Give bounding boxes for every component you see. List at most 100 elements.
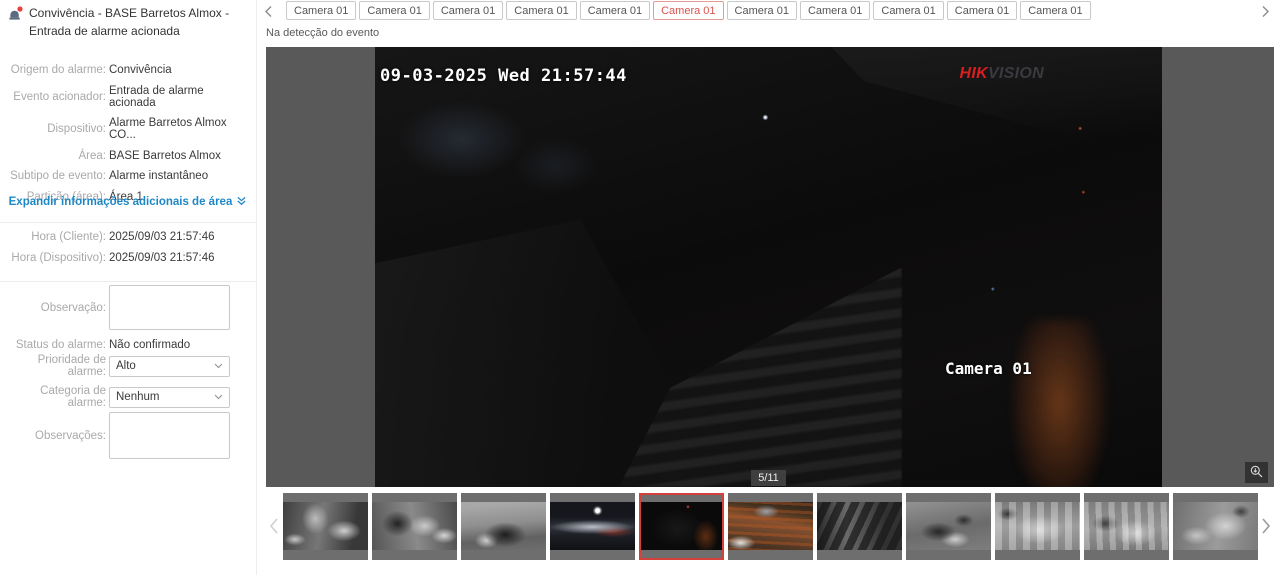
alarm-details-panel: Convivência - BASE Barretos Almox - Entr… (0, 0, 257, 575)
camera-tab[interactable]: Camera 01 (946, 1, 1018, 20)
thumbnail-image (641, 502, 722, 550)
camera-tab[interactable]: Camera 01 (506, 1, 577, 20)
chevron-right-icon (1261, 518, 1272, 538)
thumbnail-list (283, 493, 1258, 560)
camera-tab[interactable]: Camera 01 (579, 1, 651, 20)
divider (0, 281, 256, 282)
alarm-category-row: Categoria de alarme: Nenhum (0, 385, 252, 409)
camera-tab[interactable]: Camera 01 (799, 1, 871, 20)
field-value: Entrada de alarme acionada (109, 84, 204, 109)
category-select[interactable]: Nenhum (109, 386, 230, 408)
event-thumbnail[interactable] (906, 493, 991, 560)
tab-scroll-left-button[interactable] (262, 3, 275, 23)
field-label: Área: (78, 149, 107, 162)
alarm-info-fields: Origem do alarme: Convivência Evento aci… (0, 64, 252, 203)
alarm-field-row: Hora (Cliente): 2025/09/03 21:57:46 (0, 231, 252, 243)
event-thumbnail[interactable] (995, 493, 1080, 560)
digital-zoom-button[interactable] (1245, 462, 1268, 483)
observacao-textarea[interactable] (109, 285, 230, 330)
camera-tab-bar: Camera 01 Camera 01 Camera 01 Camera 01 Came… (286, 1, 1091, 20)
osd-timestamp: 09-03-2025 Wed 21:57:44 (380, 66, 627, 86)
osd-camera-name: Camera 01 (945, 359, 1032, 378)
event-thumbnail[interactable] (461, 493, 546, 560)
event-phase-label: Na detecção do evento (266, 27, 380, 39)
field-value: Alarme instantâneo (109, 170, 209, 182)
alarm-field-row: Subtipo de evento: Alarme instantâneo (0, 170, 252, 182)
field-value: 2025/09/03 21:57:46 (109, 252, 215, 264)
observation-row: Observação: (0, 285, 252, 330)
event-thumbnail[interactable] (1173, 493, 1258, 560)
observacoes-textarea[interactable] (109, 412, 230, 459)
hikvision-logo-hik: HIK (959, 65, 988, 82)
field-label: Evento acionador: (13, 90, 106, 103)
alarm-title: Convivência - BASE Barretos Almox - Entr… (29, 6, 230, 38)
frame-counter-badge: 5/11 (751, 470, 786, 486)
hikvision-logo-vision: VISION (987, 65, 1044, 82)
field-label: Observações: (35, 429, 106, 442)
field-value: Convivência (109, 64, 172, 76)
field-label: Categoria de alarme: (40, 385, 106, 409)
field-label: Dispositivo: (47, 123, 106, 135)
alarm-field-row: Evento acionador: Entrada de alarme acio… (0, 85, 252, 109)
camera-tab[interactable]: Camera 01 (873, 1, 944, 20)
thumbnail-image (995, 502, 1080, 550)
camera-tab[interactable]: Camera 01 (1020, 1, 1091, 20)
category-select-value: Nenhum (116, 391, 160, 403)
double-chevron-down-icon (232, 196, 247, 208)
thumbnail-image (550, 502, 635, 550)
expand-link-label: Expandir informações adicionais de área (8, 196, 233, 208)
camera-tab[interactable]: Camera 01 (432, 1, 504, 20)
field-label: Subtipo de evento: (10, 170, 106, 182)
chevron-down-icon (214, 391, 223, 403)
camera-tab[interactable]: Camera 01 (359, 1, 430, 20)
event-thumbnail[interactable] (372, 493, 457, 560)
thumbnail-image (1084, 502, 1169, 550)
event-thumbnail[interactable] (550, 493, 635, 560)
chevron-right-icon (1261, 6, 1270, 21)
video-frame: 09-03-2025 Wed 21:57:44 HIKVISION Camera… (375, 47, 1162, 487)
alarm-time-fields: Hora (Cliente): 2025/09/03 21:57:46 Hora… (0, 231, 252, 264)
field-label: Observação: (40, 301, 106, 314)
thumbnail-image (906, 502, 991, 550)
field-label: Status do alarme: (15, 339, 106, 351)
chevron-left-icon (268, 518, 279, 538)
camera-tab[interactable]: Camera 01 (286, 1, 357, 20)
tab-scroll-right-button[interactable] (1259, 3, 1272, 23)
thumbnail-image (283, 502, 368, 550)
alarm-status-value: Não confirmado (109, 339, 191, 351)
priority-select[interactable]: Alto (109, 355, 230, 377)
event-thumbnail[interactable] (283, 493, 368, 560)
alarm-header: Convivência - BASE Barretos Almox - Entr… (8, 4, 250, 40)
field-label: Prioridade de alarme: (37, 354, 106, 378)
field-label: Origem do alarme: (10, 64, 106, 76)
field-value: Alarme Barretos Almox CO... (109, 117, 227, 141)
event-thumbnail[interactable] (817, 493, 902, 560)
event-thumbnail[interactable] (1084, 493, 1169, 560)
hikvision-logo: HIKVISION (959, 65, 1044, 83)
thumbnail-image (728, 502, 813, 550)
alarm-field-row: Dispositivo: Alarme Barretos Almox CO... (0, 117, 252, 141)
video-stage: 09-03-2025 Wed 21:57:44 HIKVISION Camera… (266, 47, 1274, 487)
thumbnail-strip (266, 493, 1274, 560)
observations-row: Observações: (0, 412, 252, 459)
thumbnail-prev-button[interactable] (268, 517, 279, 538)
event-thumbnail[interactable] (728, 493, 813, 560)
chevron-left-icon (264, 6, 273, 21)
camera-tab[interactable]: Camera 01 (726, 1, 797, 20)
magnifier-zoom-icon (1250, 465, 1263, 481)
scene-person-glow (1011, 319, 1107, 487)
alarm-device-red-dot-icon (8, 6, 23, 26)
thumbnail-image (372, 502, 457, 550)
thumbnail-next-button[interactable] (1261, 517, 1272, 538)
alarm-status-row: Status do alarme: Não confirmado (0, 339, 252, 351)
field-label: Hora (Dispositivo): (11, 252, 106, 264)
field-label: Hora (Cliente): (31, 231, 106, 243)
camera-tab[interactable]: Camera 01 (653, 1, 724, 20)
alarm-priority-row: Prioridade de alarme: Alto (0, 354, 252, 378)
expand-area-info-link[interactable]: Expandir informações adicionais de área (0, 196, 256, 208)
thumbnail-image (461, 502, 546, 550)
alarm-field-row: Área: BASE Barretos Almox (0, 150, 252, 162)
alarm-field-row: Hora (Dispositivo): 2025/09/03 21:57:46 (0, 252, 252, 264)
event-thumbnail[interactable] (639, 493, 724, 560)
chevron-down-icon (214, 360, 223, 372)
